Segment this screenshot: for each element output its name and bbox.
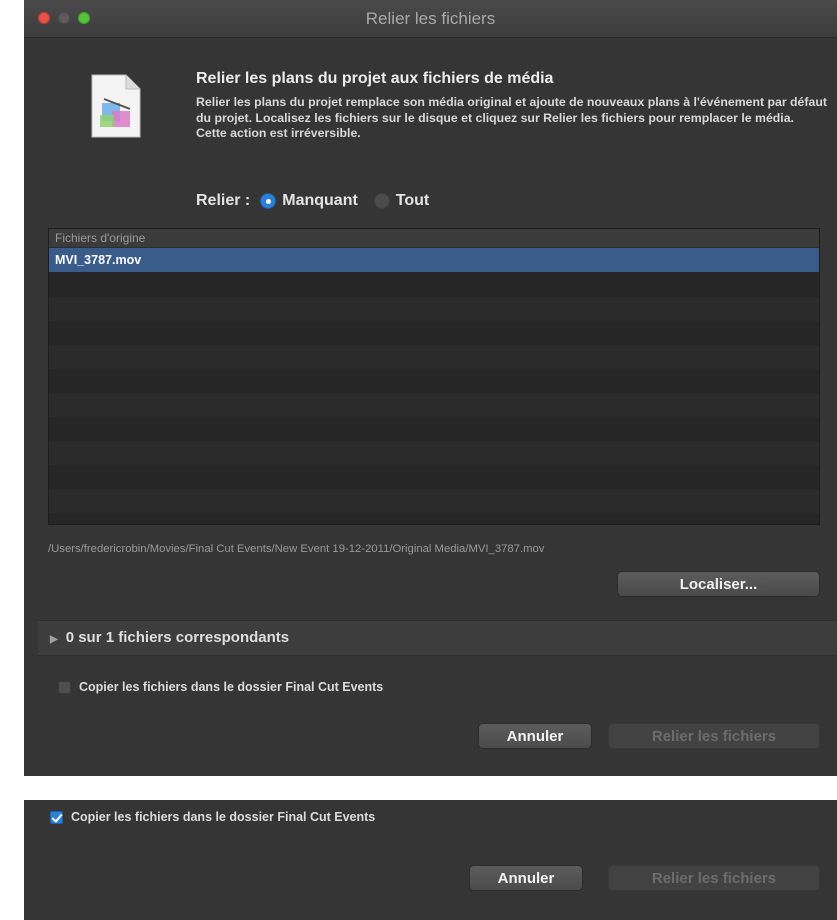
original-files-list[interactable]: Fichiers d'origine MVI_3787.mov <box>48 228 820 525</box>
copy-files-label[interactable]: Copier les fichiers dans le dossier Fina… <box>71 810 375 824</box>
list-column-header[interactable]: Fichiers d'origine <box>49 229 819 248</box>
final-cut-document-icon <box>91 74 141 138</box>
radio-missing-label[interactable]: Manquant <box>282 192 358 210</box>
radio-all[interactable] <box>373 193 390 209</box>
title-bar[interactable]: Relier les fichiers <box>24 0 837 38</box>
relink-files-dialog: Relier les fichiers Relier les plans du … <box>24 0 837 776</box>
cancel-button[interactable]: Annuler <box>478 723 592 749</box>
relink-files-button[interactable]: Relier les fichiers <box>608 723 820 749</box>
copy-files-option[interactable]: Copier les fichiers dans le dossier Fina… <box>58 680 383 694</box>
matching-files-label: 0 sur 1 fichiers correspondants <box>65 629 290 646</box>
window-title: Relier les fichiers <box>365 9 496 28</box>
relink-mode-label: Relier : <box>196 192 251 209</box>
dialog-heading: Relier les plans du projet aux fichiers … <box>196 70 554 87</box>
relink-mode-group: Relier : Manquant Tout <box>196 190 429 212</box>
radio-all-label[interactable]: Tout <box>396 192 429 210</box>
copy-files-checkbox[interactable] <box>58 680 71 694</box>
dialog-description: Relier les plans du projet remplace son … <box>196 95 827 140</box>
copy-files-label[interactable]: Copier les fichiers dans le dossier Fina… <box>79 680 383 694</box>
list-item[interactable]: MVI_3787.mov <box>49 248 819 272</box>
radio-missing[interactable] <box>260 193 277 209</box>
dialog-footer-checked-state: Copier les fichiers dans le dossier Fina… <box>24 800 837 920</box>
matching-files-disclosure[interactable]: ▶ 0 sur 1 fichiers correspondants <box>38 620 837 656</box>
cancel-button[interactable]: Annuler <box>469 865 583 891</box>
disclosure-triangle-icon[interactable]: ▶ <box>50 623 58 657</box>
locate-button[interactable]: Localiser... <box>617 571 820 597</box>
copy-files-option[interactable]: Copier les fichiers dans le dossier Fina… <box>50 810 375 824</box>
relink-files-button[interactable]: Relier les fichiers <box>608 865 820 891</box>
file-path: /Users/fredericrobin/Movies/Final Cut Ev… <box>48 543 545 555</box>
list-empty-area <box>49 273 819 524</box>
copy-files-checkbox[interactable] <box>50 810 63 824</box>
